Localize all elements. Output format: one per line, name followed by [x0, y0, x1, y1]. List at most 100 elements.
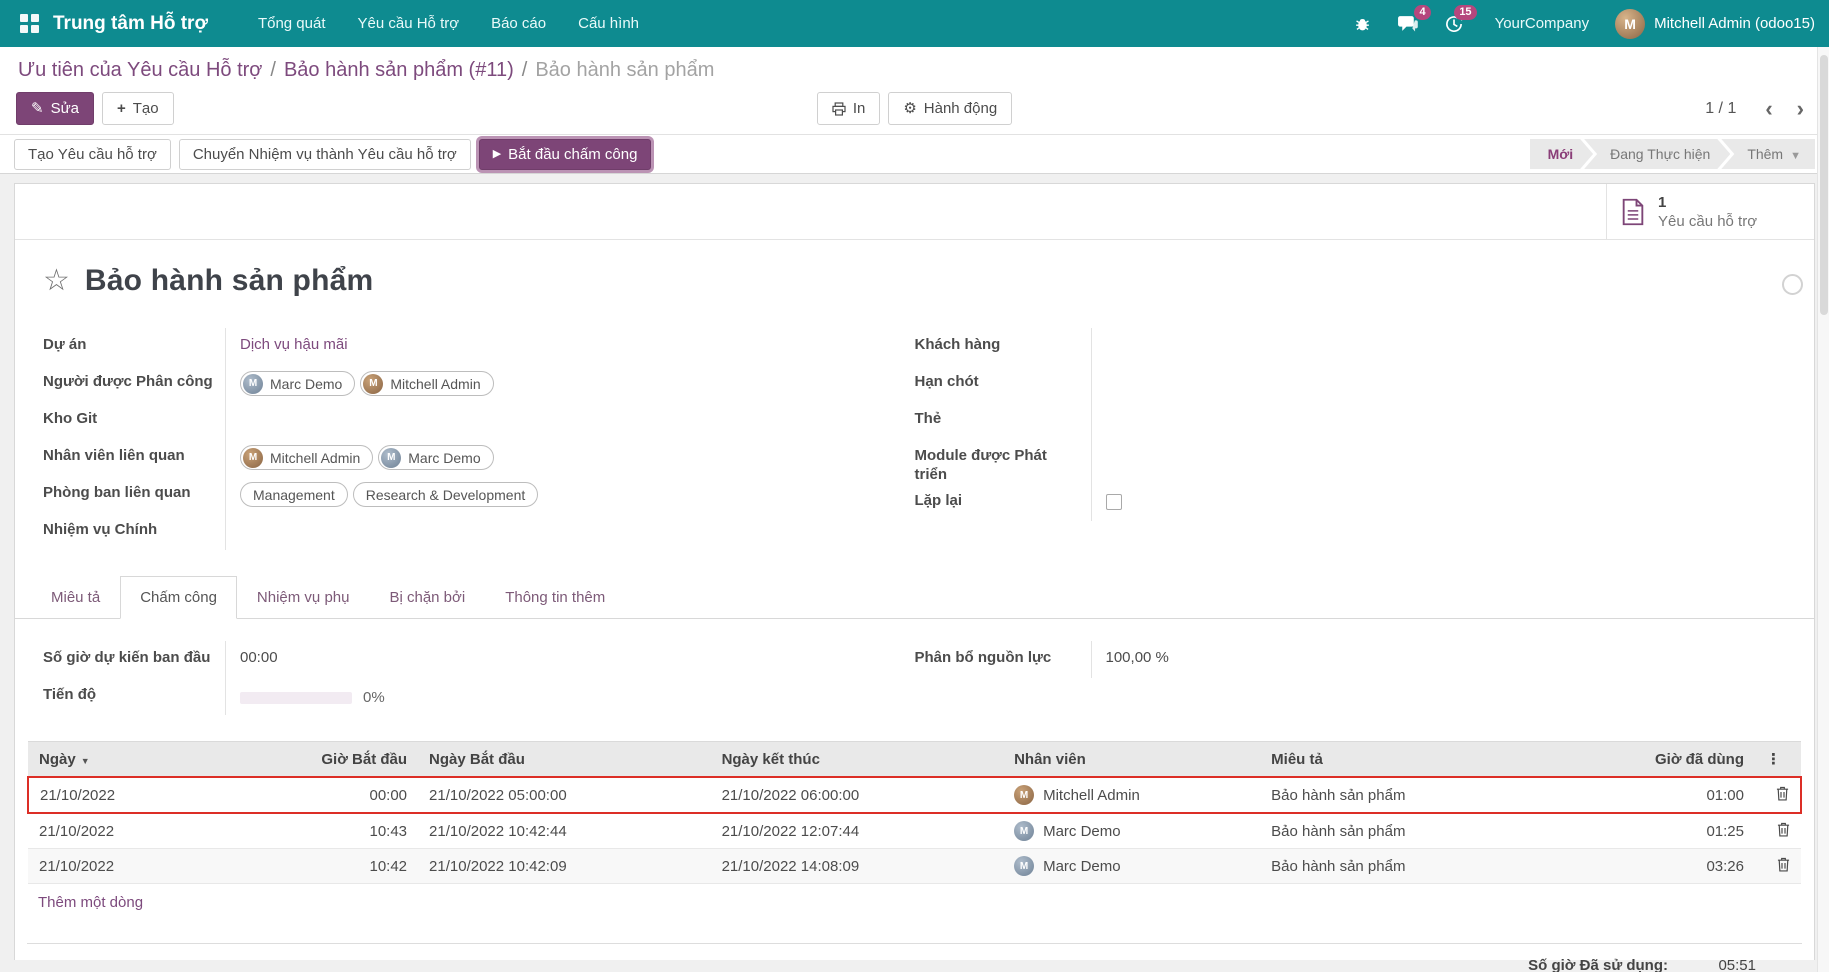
left-field-group: Dự án Dịch vụ hậu mãi Người được Phân cô… — [43, 328, 915, 550]
project-link[interactable]: Dịch vụ hậu mãi — [240, 334, 348, 356]
create-ticket-button[interactable]: Tạo Yêu cầu hỗ trợ — [14, 139, 171, 170]
button-box: 1 Yêu cầu hỗ trợ — [15, 184, 1814, 240]
field-lap-lai: Lặp lại — [915, 484, 1787, 521]
create-button[interactable]: +Tạo — [102, 92, 174, 125]
tickets-smart-button[interactable]: 1 Yêu cầu hỗ trợ — [1606, 184, 1814, 239]
timesheet-list: Ngày▼ Giờ Bắt đầu Ngày Bắt đầu Ngày kết … — [15, 715, 1814, 972]
menu-tong-quat[interactable]: Tổng quát — [242, 0, 342, 47]
menu-yeu-cau-ho-tro[interactable]: Yêu cầu Hỗ trợ — [342, 0, 476, 47]
play-icon: ▶ — [493, 145, 501, 164]
menu-cau-hinh[interactable]: Cấu hình — [562, 0, 655, 47]
avatar: M — [243, 448, 263, 468]
stage-pipeline: Mới Đang Thực hiện Thêm▼ — [1530, 139, 1815, 169]
convert-task-button[interactable]: Chuyển Nhiệm vụ thành Yêu cầu hỗ trợ — [179, 139, 471, 170]
avatar: M — [1014, 856, 1034, 876]
form-sheet: 1 Yêu cầu hỗ trợ ☆ Bảo hành sản phẩm Dự … — [14, 183, 1815, 960]
department-tag[interactable]: Management — [240, 482, 348, 507]
pager-previous-icon[interactable]: ‹ — [1756, 99, 1781, 119]
delete-row-icon[interactable] — [1777, 822, 1790, 837]
column-header-ngay-bat-dau[interactable]: Ngày Bắt đầu — [418, 742, 711, 778]
form-view-background: 1 Yêu cầu hỗ trợ ☆ Bảo hành sản phẩm Dự … — [0, 174, 1829, 960]
tab-thong-tin-them[interactable]: Thông tin thêm — [485, 576, 625, 619]
tab-bi-chan-boi[interactable]: Bị chặn bởi — [369, 576, 485, 619]
right-field-group: Khách hàng Hạn chót Thẻ Module được Phát… — [915, 328, 1787, 550]
field-han-chot: Hạn chót — [915, 365, 1787, 402]
timesheet-row[interactable]: 21/10/2022 00:00 21/10/2022 05:00:00 21/… — [28, 777, 1801, 813]
pencil-icon: ✎ — [31, 99, 44, 118]
initial-hours-value: 00:00 — [225, 641, 915, 678]
employee-tag[interactable]: M Marc Demo — [378, 445, 493, 470]
progress-value: 0% — [363, 687, 385, 709]
field-kho-git: Kho Git — [43, 402, 915, 439]
add-line-link[interactable]: Thêm một dòng — [27, 884, 154, 913]
column-header-nhan-vien[interactable]: Nhân viên — [1003, 742, 1260, 778]
field-nhiem-vu-chinh: Nhiệm vụ Chính — [43, 513, 915, 550]
field-nguoi-duoc-phan-cong: Người được Phân công M Marc Demo M Mitch… — [43, 365, 915, 402]
progress-bar — [240, 692, 352, 704]
department-tag[interactable]: Research & Development — [353, 482, 539, 507]
avatar: M — [1014, 785, 1034, 805]
assignee-tag[interactable]: M Mitchell Admin — [360, 371, 493, 396]
tab-nhiem-vu-phu[interactable]: Nhiệm vụ phụ — [237, 576, 370, 619]
recurring-checkbox[interactable] — [1106, 494, 1122, 510]
apps-menu-icon[interactable] — [20, 14, 39, 33]
column-header-ngay-ket-thuc[interactable]: Ngày kết thúc — [711, 742, 1004, 778]
field-khach-hang: Khách hàng — [915, 328, 1787, 365]
breadcrumb-link-priority[interactable]: Ưu tiên của Yêu cầu Hỗ trợ — [18, 59, 262, 81]
user-menu[interactable]: M Mitchell Admin (odoo15) — [1607, 9, 1815, 39]
smart-button-count: 1 — [1658, 193, 1757, 212]
chevron-down-icon: ▼ — [1790, 150, 1801, 162]
action-button[interactable]: ⚙Hành động — [888, 92, 1012, 125]
print-button[interactable]: In — [817, 92, 881, 125]
start-timer-button[interactable]: ▶Bắt đầu chấm công — [479, 139, 652, 170]
breadcrumb-current: Bảo hành sản phẩm — [535, 59, 714, 81]
timesheet-row[interactable]: 21/10/2022 10:43 21/10/2022 10:42:44 21/… — [28, 813, 1801, 849]
kanban-state-icon[interactable] — [1782, 274, 1803, 295]
timesheet-total: Số giờ Đã sử dụng: 05:51 — [27, 943, 1802, 972]
favorite-star-icon[interactable]: ☆ — [43, 266, 70, 296]
column-header-gio-bat-dau[interactable]: Giờ Bắt đầu — [223, 742, 418, 778]
notebook-tabs: Miêu tả Chấm công Nhiệm vụ phụ Bị chặn b… — [15, 576, 1814, 619]
bug-icon[interactable] — [1341, 0, 1384, 47]
delete-row-icon[interactable] — [1776, 786, 1789, 801]
field-du-an: Dự án Dịch vụ hậu mãi — [43, 328, 915, 365]
avatar: M — [381, 448, 401, 468]
app-name[interactable]: Trung tâm Hỗ trợ — [53, 13, 208, 35]
statusbar: Tạo Yêu cầu hỗ trợ Chuyển Nhiệm vụ thành… — [0, 134, 1829, 174]
user-name: Mitchell Admin (odoo15) — [1654, 15, 1815, 32]
employee-tag[interactable]: M Mitchell Admin — [240, 445, 373, 470]
optional-columns-icon[interactable]: ⋮ — [1755, 742, 1801, 778]
assignee-tag[interactable]: M Marc Demo — [240, 371, 355, 396]
field-tien-do: Tiến độ 0% — [43, 678, 915, 715]
tab-cham-cong[interactable]: Chấm công — [120, 576, 237, 619]
list-header-row: Ngày▼ Giờ Bắt đầu Ngày Bắt đầu Ngày kết … — [28, 742, 1801, 778]
stage-dang-thuc-hien[interactable]: Đang Thực hiện — [1584, 139, 1730, 169]
breadcrumb-link-task[interactable]: Bảo hành sản phẩm (#11) — [284, 59, 514, 81]
gear-icon: ⚙ — [903, 99, 916, 118]
field-phan-bo-nguon-luc: Phân bổ nguồn lực 100,00 % — [915, 641, 1787, 678]
field-nhan-vien-lien-quan: Nhân viên liên quan M Mitchell Admin M M… — [43, 439, 915, 476]
vertical-scrollbar[interactable] — [1817, 47, 1829, 972]
field-module-duoc-phat-trien: Module được Phát triển — [915, 439, 1787, 484]
scrollbar-thumb[interactable] — [1820, 55, 1828, 315]
tab-mieu-ta[interactable]: Miêu tả — [31, 576, 120, 619]
file-text-icon — [1621, 198, 1645, 226]
delete-row-icon[interactable] — [1777, 857, 1790, 872]
column-header-gio-da-dung[interactable]: Giờ đã dùng — [1560, 742, 1755, 778]
avatar: M — [243, 374, 263, 394]
pager-next-icon[interactable]: › — [1788, 99, 1813, 119]
activities-icon[interactable]: 15 — [1431, 0, 1477, 47]
timesheet-row[interactable]: 21/10/2022 10:42 21/10/2022 10:42:09 21/… — [28, 849, 1801, 884]
column-header-mieu-ta[interactable]: Miêu tả — [1260, 742, 1560, 778]
breadcrumb: Ưu tiên của Yêu cầu Hỗ trợ/Bảo hành sản … — [18, 59, 1813, 82]
messages-icon[interactable]: 4 — [1384, 0, 1431, 47]
column-header-ngay[interactable]: Ngày▼ — [28, 742, 223, 778]
field-the: Thẻ — [915, 402, 1787, 439]
sort-desc-icon: ▼ — [81, 756, 90, 766]
field-so-gio-du-kien: Số giờ dự kiến ban đầu 00:00 — [43, 641, 915, 678]
menu-bao-cao[interactable]: Báo cáo — [475, 0, 562, 47]
edit-button[interactable]: ✎Sửa — [16, 92, 94, 125]
stage-moi[interactable]: Mới — [1530, 139, 1594, 169]
stage-them[interactable]: Thêm▼ — [1721, 139, 1815, 169]
company-switcher[interactable]: YourCompany — [1477, 15, 1608, 32]
